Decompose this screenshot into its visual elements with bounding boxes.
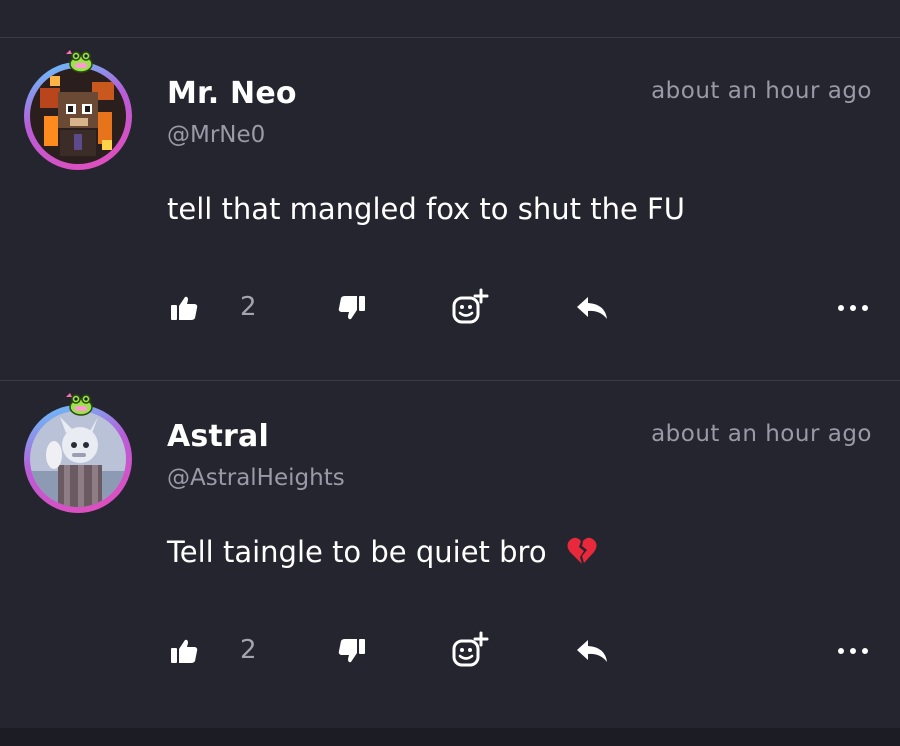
reply-button[interactable]	[574, 631, 610, 671]
reply-button[interactable]	[574, 288, 610, 328]
more-dots-icon	[838, 305, 868, 311]
broken-heart-icon	[566, 536, 598, 573]
thumbs-up-icon	[171, 639, 198, 663]
reply-arrow-icon	[577, 640, 607, 662]
comment-actions: 2	[0, 288, 900, 328]
frog-badge-icon	[64, 48, 94, 74]
frog-badge-icon	[64, 391, 94, 417]
more-options-button[interactable]	[836, 631, 870, 671]
author-handle[interactable]: @MrNe0	[167, 122, 265, 148]
add-reaction-button[interactable]	[450, 631, 490, 671]
comment-body: Tell taingle to be quiet bro	[167, 535, 598, 573]
more-options-button[interactable]	[836, 288, 870, 328]
like-button[interactable]	[168, 631, 200, 671]
comment-card: Mr. Neo @MrNe0 about an hour ago tell th…	[0, 38, 900, 381]
avatar-image	[30, 68, 126, 164]
avatar[interactable]	[24, 50, 140, 170]
author-name[interactable]: Astral	[167, 419, 269, 454]
add-reaction-icon	[452, 631, 489, 667]
comment-card: Astral @AstralHeights about an hour ago …	[0, 381, 900, 724]
dislike-button[interactable]	[336, 631, 368, 671]
comment-actions: 2	[0, 631, 900, 671]
author-handle[interactable]: @AstralHeights	[167, 465, 345, 491]
avatar[interactable]	[24, 393, 140, 513]
avatar-image	[30, 411, 126, 507]
thumbs-down-icon	[338, 296, 365, 320]
more-dots-icon	[838, 648, 868, 654]
timestamp: about an hour ago	[651, 78, 872, 104]
thumbs-up-icon	[171, 296, 198, 320]
dislike-button[interactable]	[336, 288, 368, 328]
timestamp: about an hour ago	[651, 421, 872, 447]
like-button[interactable]	[168, 288, 200, 328]
like-count: 2	[240, 292, 257, 322]
author-name[interactable]: Mr. Neo	[167, 76, 297, 111]
comment-body: tell that mangled fox to shut the FU	[167, 192, 685, 226]
comment-thread: Mr. Neo @MrNe0 about an hour ago tell th…	[0, 0, 900, 746]
bottom-bar	[0, 728, 900, 746]
add-reaction-icon	[452, 288, 489, 324]
comment-body-text: Tell taingle to be quiet bro	[167, 535, 547, 569]
reply-arrow-icon	[577, 297, 607, 319]
like-count: 2	[240, 635, 257, 665]
add-reaction-button[interactable]	[450, 288, 490, 328]
thumbs-down-icon	[338, 639, 365, 663]
